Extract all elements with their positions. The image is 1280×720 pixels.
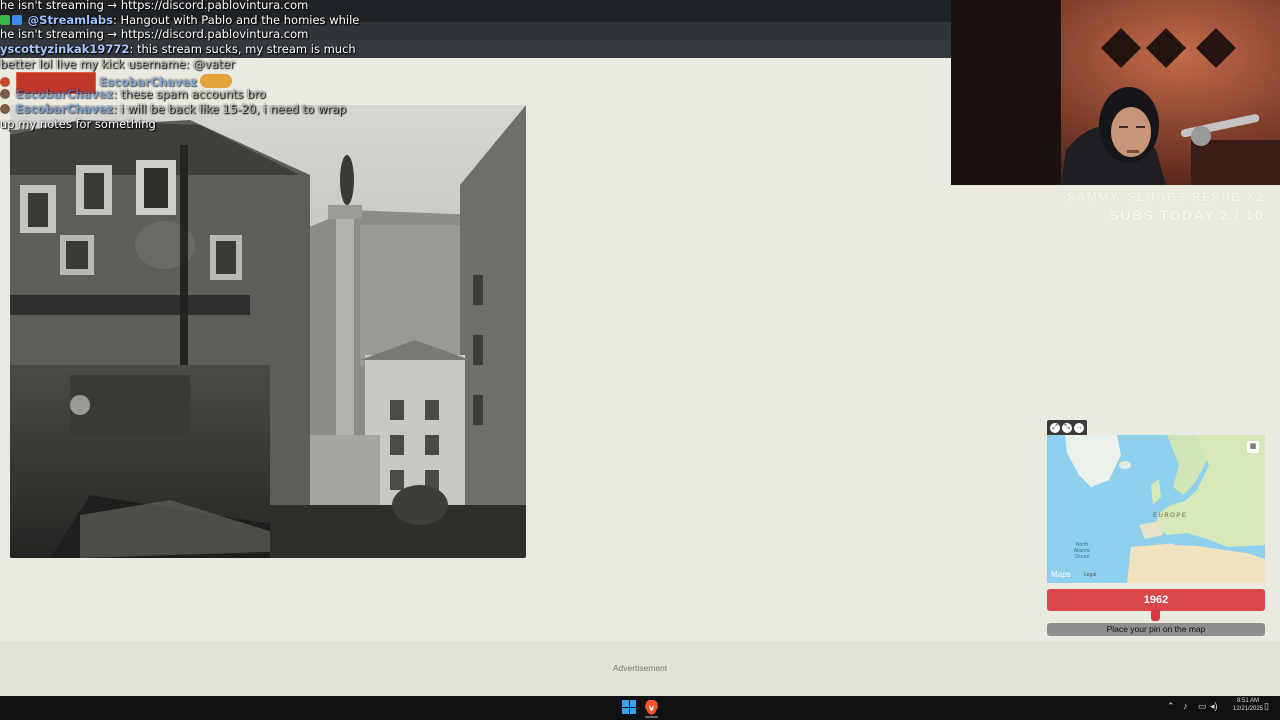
chat-message: EscobarChavez: i will be back like 15-20… bbox=[0, 102, 346, 116]
guess-map[interactable]: EUROPE North Atlantic Ocean Maps Legal ▦ bbox=[1047, 435, 1265, 583]
chat-overlay: he isn't streaming → https://discord.pab… bbox=[0, 0, 560, 140]
historic-photo bbox=[10, 105, 526, 558]
chat-username: EscobarChavez bbox=[15, 102, 114, 116]
shrink-map-icon[interactable]: ⤡ bbox=[1062, 422, 1072, 433]
lol-emote-image bbox=[200, 74, 233, 88]
map-art bbox=[1047, 435, 1265, 583]
avatar bbox=[0, 89, 10, 99]
chat-message: @Streamlabs: Hangout with Pablo and the … bbox=[0, 13, 359, 27]
chat-message: EscobarChavez: these spam accounts bro bbox=[0, 87, 266, 101]
maps-logo: Maps bbox=[1051, 570, 1071, 579]
year-slider-handle[interactable] bbox=[1151, 609, 1160, 621]
chat-message: up my notes for something bbox=[0, 117, 156, 131]
chat-username: @Streamlabs bbox=[27, 13, 113, 27]
chat-message: better lol live my kick username: @vater bbox=[0, 57, 235, 71]
sub-goal-title: SAMMY_SLUGGS RESUB X2 bbox=[1067, 190, 1264, 204]
webcam-feed bbox=[951, 0, 1280, 185]
place-pin-button[interactable]: Place your pin on the map bbox=[1047, 623, 1265, 636]
chat-username: yscottyzinkak19772 bbox=[0, 42, 130, 56]
verified-badge-icon bbox=[12, 15, 22, 25]
windows-start-icon[interactable] bbox=[622, 700, 636, 714]
chat-username: EscobarChavez bbox=[15, 87, 114, 101]
pin-map-icon[interactable]: → bbox=[1074, 422, 1084, 433]
microphone-icon[interactable]: ♪ bbox=[1183, 701, 1188, 711]
map-layers-icon[interactable]: ▦ bbox=[1247, 441, 1259, 453]
webcam-art bbox=[951, 0, 1280, 185]
chevron-up-icon[interactable]: ⌃ bbox=[1167, 701, 1175, 712]
advertisement-label: Advertisement bbox=[612, 663, 668, 673]
chat-message: yscottyzinkak19772: this stream sucks, m… bbox=[0, 42, 356, 56]
taskbar: ⌃ ♪ ▭ ◂) 8:51 AM 12/21/2025 ▯ bbox=[0, 696, 1280, 720]
map-region-label: EUROPE bbox=[1153, 513, 1188, 519]
map-legal-link[interactable]: Legal bbox=[1084, 572, 1096, 578]
advertisement-bar: Advertisement bbox=[0, 641, 1280, 696]
expand-map-icon[interactable]: ⤢ bbox=[1050, 422, 1060, 433]
mod-badge-icon bbox=[0, 15, 10, 25]
brave-browser-icon[interactable] bbox=[644, 699, 659, 718]
year-display: 1962 bbox=[1047, 589, 1265, 611]
clock-time[interactable]: 8:51 AM bbox=[1228, 698, 1268, 704]
avatar bbox=[0, 77, 10, 87]
historic-photo-art bbox=[10, 105, 526, 558]
sub-goal-count: SUBS TODAY 2 / 10 bbox=[1109, 207, 1264, 223]
map-ocean-label: North Atlantic Ocean bbox=[1073, 542, 1091, 560]
map-toolbar: ⤢ ⤡ → bbox=[1047, 420, 1087, 435]
volume-icon[interactable]: ◂) bbox=[1210, 701, 1218, 712]
notification-icon[interactable]: ▯ bbox=[1264, 701, 1269, 712]
network-icon[interactable]: ▭ bbox=[1198, 701, 1207, 712]
chat-message: he isn't streaming → https://discord.pab… bbox=[0, 27, 309, 41]
chat-message: he isn't streaming → https://discord.pab… bbox=[0, 0, 309, 12]
avatar bbox=[0, 104, 10, 114]
